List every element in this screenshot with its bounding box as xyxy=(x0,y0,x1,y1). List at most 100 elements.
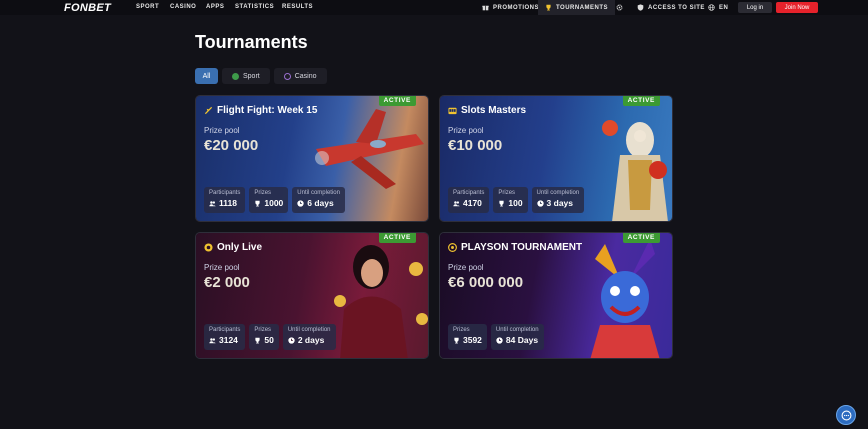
stat-until-completion: Until completion 6 days xyxy=(292,187,345,213)
nav-promotions[interactable]: PROMOTIONS xyxy=(482,0,539,15)
card-stats: Prizes 3592 Until completion 84 Days xyxy=(448,324,544,350)
stat-value-row: 50 xyxy=(254,335,274,345)
settings-button[interactable] xyxy=(616,0,623,15)
tournament-card-only-live[interactable]: ACTIVE Only Live Prize pool €2 000 Parti… xyxy=(195,232,429,359)
nav-tournaments[interactable]: TOURNAMENTS xyxy=(538,0,616,15)
nav-sport[interactable]: SPORT xyxy=(136,4,159,10)
card-title: Only Live xyxy=(204,242,262,253)
nav-results[interactable]: RESULTS xyxy=(282,4,313,10)
filter-casino[interactable]: Casino xyxy=(273,68,327,84)
users-icon xyxy=(209,200,216,206)
clock-icon xyxy=(536,199,544,207)
card-title: Slots Masters xyxy=(448,105,526,116)
users-icon xyxy=(209,337,216,343)
prize-pool-label: Prize pool xyxy=(448,263,484,272)
card-title: PLAYSON TOURNAMENT xyxy=(448,242,582,253)
access-to-site-link[interactable]: ACCESS TO SITE xyxy=(637,0,705,15)
stat-value-row: 4170 xyxy=(453,198,484,208)
card-title-text: PLAYSON TOURNAMENT xyxy=(461,242,583,253)
shield-icon xyxy=(637,4,644,11)
stat-value-row: 100 xyxy=(498,198,523,208)
language-label: EN xyxy=(719,4,729,11)
prize-pool-value: €20 000 xyxy=(204,137,259,154)
prize-pool-value: €2 000 xyxy=(204,274,250,291)
stat-value: 2 days xyxy=(297,335,325,345)
chat-support-button[interactable] xyxy=(836,405,856,425)
stat-value-row: 2 days xyxy=(288,335,331,345)
join-now-button[interactable]: Join Now xyxy=(776,2,818,13)
stat-prizes: Prizes 1000 xyxy=(249,187,289,213)
tournament-card-flight-fight[interactable]: ACTIVE Flight Fight: Week 15 Prize pool … xyxy=(195,95,429,222)
filter-sport[interactable]: Sport xyxy=(222,68,270,84)
stat-value-row: 3124 xyxy=(209,335,240,345)
stat-label: Participants xyxy=(209,327,241,333)
fonbet-logo[interactable]: FONBET xyxy=(64,2,111,14)
stat-until-completion: Until completion 3 days xyxy=(531,187,585,213)
tournament-card-playson[interactable]: ACTIVE PLAYSON TOURNAMENT Prize pool €6 … xyxy=(439,232,673,359)
chat-bubble-icon xyxy=(841,410,851,420)
clock-icon xyxy=(496,336,503,344)
access-to-site-label: ACCESS TO SITE xyxy=(648,4,705,11)
sport-ball-icon xyxy=(232,72,239,80)
users-icon xyxy=(453,200,460,206)
clock-icon xyxy=(288,336,295,344)
stat-value: 3592 xyxy=(463,335,482,345)
prize-pool-label: Prize pool xyxy=(204,126,240,135)
playson-logo-icon xyxy=(448,243,457,252)
prize-pool-value: €6 000 000 xyxy=(448,274,524,291)
nav-casino[interactable]: CASINO xyxy=(170,4,196,10)
stat-value: 1118 xyxy=(219,198,237,208)
stat-label: Until completion xyxy=(287,327,331,333)
stat-value-row: 84 Days xyxy=(496,335,539,345)
nav-statistics[interactable]: STATISTICS xyxy=(235,4,274,10)
stat-value: 100 xyxy=(508,198,523,208)
stat-value-row: 1000 xyxy=(254,198,283,208)
stat-participants: Participants 3124 xyxy=(204,324,246,350)
fighter-plane-illustration xyxy=(315,109,424,189)
stat-prizes: Prizes 3592 xyxy=(448,324,487,350)
filter-sport-label: Sport xyxy=(243,72,260,80)
trophy-icon xyxy=(499,200,504,206)
page-title: Tournaments xyxy=(195,32,308,52)
prize-pool-label: Prize pool xyxy=(448,126,484,135)
promotions-label: PROMOTIONS xyxy=(493,4,540,11)
status-badge: ACTIVE xyxy=(622,233,660,243)
nav-apps[interactable]: APPS xyxy=(206,4,224,10)
zeus-illustration xyxy=(602,120,668,221)
stat-until-completion: Until completion 84 Days xyxy=(490,324,544,350)
stat-label: Participants xyxy=(453,190,485,196)
stat-until-completion: Until completion 2 days xyxy=(282,324,336,350)
tournament-filters: All Sport Casino xyxy=(195,68,327,84)
stat-label: Until completion xyxy=(297,190,340,196)
tournaments-label: TOURNAMENTS xyxy=(556,4,609,11)
card-title: Flight Fight: Week 15 xyxy=(204,105,317,116)
stat-participants: Participants 1118 xyxy=(204,187,246,213)
filter-all[interactable]: All xyxy=(195,68,218,84)
plane-icon xyxy=(204,106,213,115)
card-stats: Participants 4170 Prizes 100 Until compl… xyxy=(448,187,585,213)
language-selector[interactable]: EN xyxy=(708,0,728,15)
stat-label: Until completion xyxy=(495,327,539,333)
stat-prizes: Prizes 50 xyxy=(249,324,279,350)
globe-icon xyxy=(708,4,715,11)
trophy-icon xyxy=(546,4,551,11)
dealer-illustration xyxy=(334,245,428,358)
login-button[interactable]: Log in xyxy=(738,2,772,13)
top-navigation-bar: FONBET SPORT CASINO APPS STATISTICS RESU… xyxy=(0,0,868,15)
stat-value: 4170 xyxy=(463,198,482,208)
stat-participants: Participants 4170 xyxy=(448,187,490,213)
clock-icon xyxy=(297,199,304,207)
prize-pool-value: €10 000 xyxy=(448,137,503,154)
stat-prizes: Prizes 100 xyxy=(493,187,528,213)
gear-icon xyxy=(616,4,623,11)
stat-value: 50 xyxy=(264,335,274,345)
stat-label: Participants xyxy=(209,190,241,196)
trophy-icon xyxy=(454,337,459,343)
filter-casino-label: Casino xyxy=(294,72,317,80)
stat-label: Prizes xyxy=(498,190,516,196)
status-badge: ACTIVE xyxy=(378,233,416,243)
tournament-card-slots-masters[interactable]: ACTIVE Slots Masters Prize pool €10 000 … xyxy=(439,95,673,222)
status-badge: ACTIVE xyxy=(622,96,660,106)
stat-label: Prizes xyxy=(254,190,272,196)
prize-pool-label: Prize pool xyxy=(204,263,240,272)
